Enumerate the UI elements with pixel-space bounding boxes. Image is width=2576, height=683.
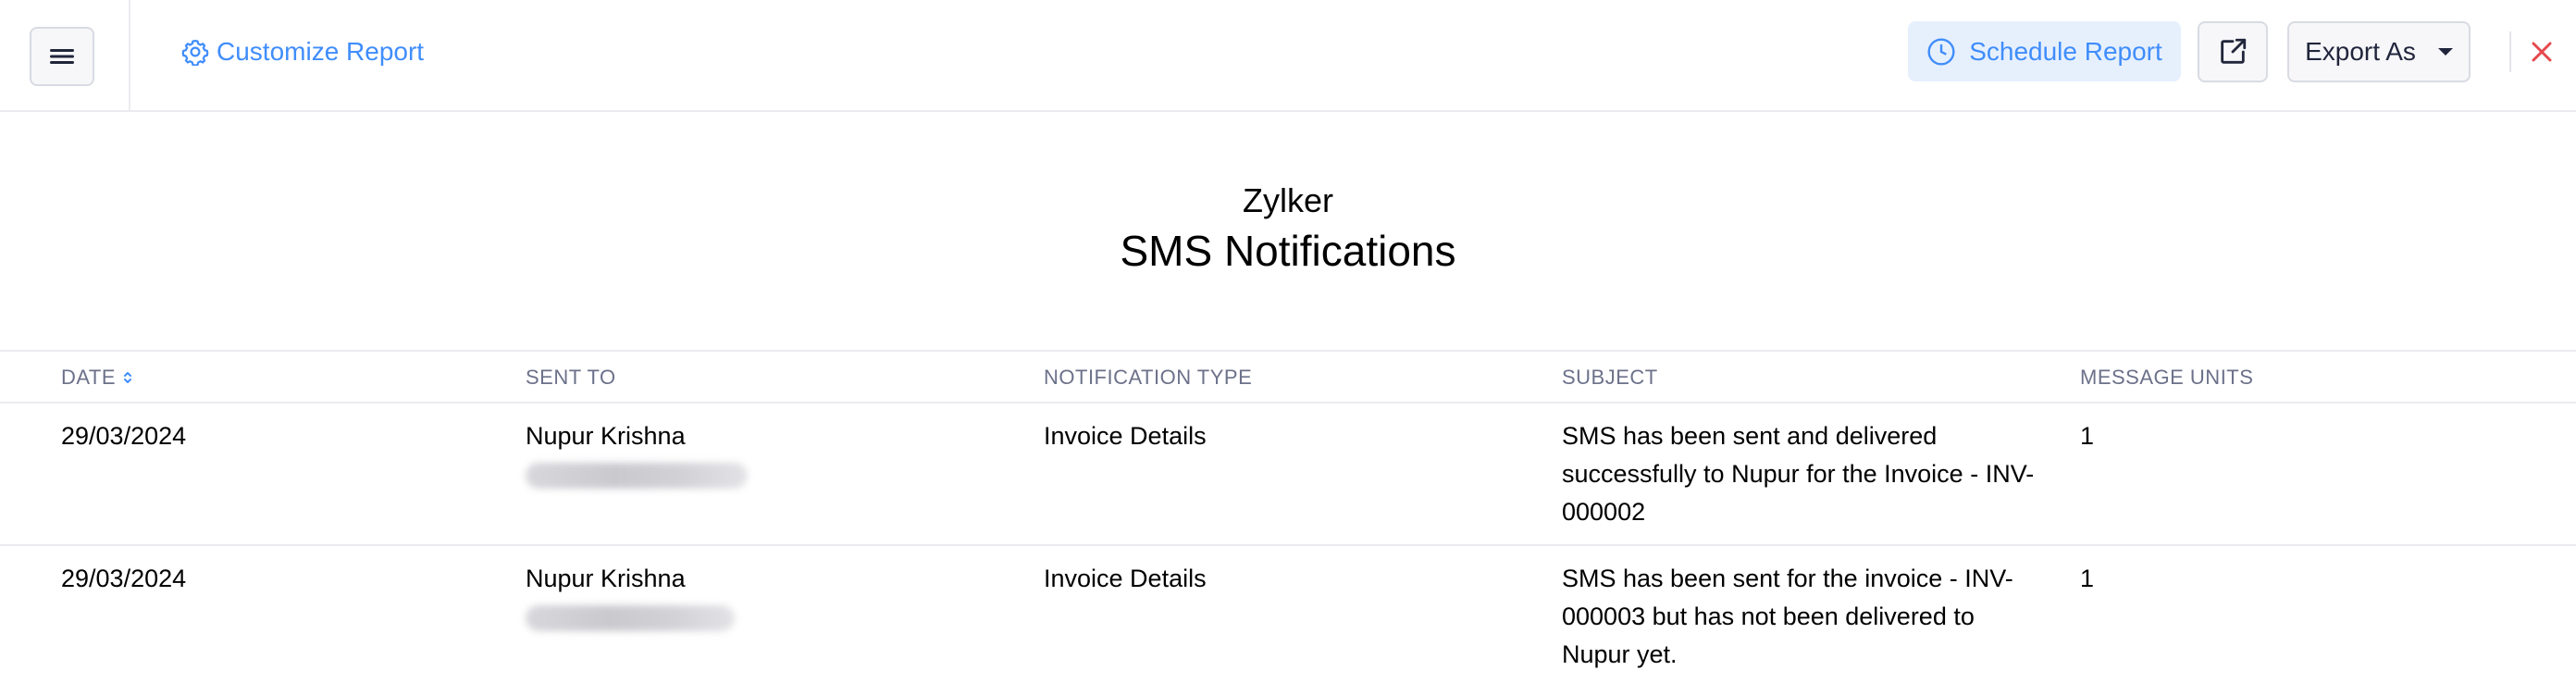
gear-icon <box>181 39 209 66</box>
recipient-name: Nupur Krishna <box>526 565 686 592</box>
cell-notification-type: Invoice Details <box>1044 422 1207 450</box>
export-as-label: Export As <box>2305 37 2416 66</box>
report-toolbar: Customize Report Schedule Report Export … <box>0 0 2576 112</box>
customize-report-label: Customize Report <box>217 37 425 66</box>
cell-sent-to: Nupur Krishna <box>526 560 735 631</box>
table-row: 29/03/2024 Nupur Krishna Invoice Details… <box>0 546 2576 683</box>
redacted-contact <box>526 605 735 631</box>
share-button[interactable] <box>2198 21 2268 82</box>
cell-date: 29/03/2024 <box>61 565 187 592</box>
subject-line: SMS has been sent for the invoice - INV- <box>1562 565 2013 592</box>
column-header-subject: SUBJECT <box>1562 366 1658 389</box>
column-header-notification-type: NOTIFICATION TYPE <box>1044 366 1253 389</box>
subject-line: SMS has been sent and delivered <box>1562 422 1938 450</box>
clock-icon <box>1927 37 1955 66</box>
subject-line: 000002 <box>1562 498 1646 526</box>
subject-line: 000003 but has not been delivered to <box>1562 602 1975 630</box>
report-title: SMS Notifications <box>1120 227 1456 275</box>
export-as-dropdown[interactable]: Export As <box>2287 21 2471 82</box>
schedule-report-label: Schedule Report <box>1969 36 2162 66</box>
cell-sent-to: Nupur Krishna <box>526 417 748 489</box>
sort-icon <box>124 372 132 383</box>
subject-line: successfully to Nupur for the Invoice - … <box>1562 460 2035 488</box>
column-header-date[interactable]: DATE <box>61 366 132 390</box>
schedule-report-button[interactable]: Schedule Report <box>1908 21 2181 81</box>
redacted-contact <box>526 463 748 489</box>
caret-down-icon <box>2437 48 2453 56</box>
toolbar-divider <box>129 0 130 112</box>
close-button[interactable] <box>2526 33 2557 70</box>
cell-date: 29/03/2024 <box>61 422 187 450</box>
menu-button[interactable] <box>30 27 94 86</box>
customize-report-link[interactable]: Customize Report <box>181 31 424 72</box>
cell-subject: SMS has been sent and delivered successf… <box>1562 417 2034 531</box>
share-icon <box>2221 38 2247 64</box>
table-row: 29/03/2024 Nupur Krishna Invoice Details… <box>0 404 2576 546</box>
organization-name: Zylker <box>1243 181 1333 219</box>
column-header-date-label: DATE <box>61 366 117 389</box>
subject-line: Nupur yet. <box>1562 640 1678 668</box>
cell-message-units: 1 <box>2080 565 2095 592</box>
cell-message-units: 1 <box>2080 422 2095 450</box>
column-header-message-units: MESSAGE UNITS <box>2080 366 2254 389</box>
cell-subject: SMS has been sent for the invoice - INV-… <box>1562 560 2013 674</box>
close-icon <box>2532 42 2552 62</box>
table-header: DATE SENT TO NOTIFICATION TYPE SUBJECT M… <box>0 350 2576 404</box>
recipient-name: Nupur Krishna <box>526 422 686 450</box>
column-header-sent-to: SENT TO <box>526 366 616 389</box>
cell-notification-type: Invoice Details <box>1044 565 1207 592</box>
hamburger-icon <box>50 49 74 64</box>
toolbar-divider-right <box>2509 31 2511 72</box>
